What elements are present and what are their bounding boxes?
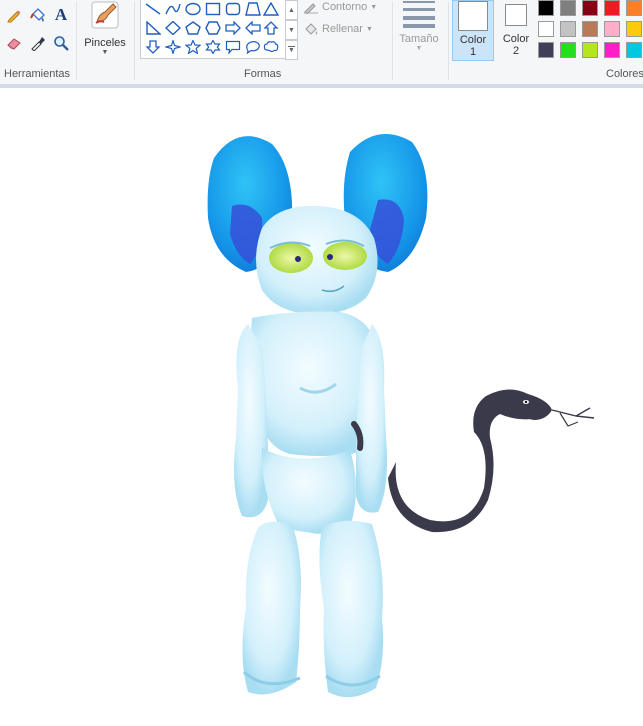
shapes-expand-button[interactable]: ▼ — [285, 40, 298, 60]
palette-swatch[interactable] — [626, 42, 642, 58]
palette-swatch[interactable] — [626, 21, 642, 37]
size-button[interactable]: Tamaño ▼ — [396, 0, 442, 62]
left-leg — [242, 521, 301, 695]
palette-swatch[interactable] — [538, 0, 554, 16]
shapes-gallery — [140, 0, 286, 59]
line-shape-icon[interactable] — [144, 0, 162, 18]
rounded-rectangle-shape-icon[interactable] — [224, 0, 242, 18]
color1-swatch — [458, 1, 488, 31]
oval-callout-shape-icon[interactable] — [244, 38, 262, 56]
drawing-canvas[interactable] — [0, 88, 643, 723]
color2-label-line2: 2 — [512, 45, 520, 57]
ribbon: A Herramientas Pinceles ▼ ▲ ▼ ▼ Contorno… — [0, 0, 643, 85]
diamond-shape-icon[interactable] — [164, 19, 182, 37]
color1-button[interactable]: Color 1 — [452, 0, 494, 61]
color1-label-line1: Color — [459, 34, 487, 46]
eraser-icon[interactable] — [4, 33, 24, 53]
fill-label: Rellenar — [322, 23, 363, 35]
right-triangle-shape-icon[interactable] — [144, 19, 162, 37]
pentagon-shape-icon[interactable] — [184, 19, 202, 37]
hexagon-shape-icon[interactable] — [204, 19, 222, 37]
shapes-scroll-up-button[interactable]: ▲ — [285, 0, 298, 20]
palette-swatch[interactable] — [582, 21, 598, 37]
size-label: Tamaño — [399, 33, 439, 45]
color1-label-line2: 1 — [469, 46, 477, 58]
chevron-down-icon: ▼ — [101, 49, 109, 56]
chevron-down-icon: ▼ — [288, 26, 295, 34]
text-tool-label: A — [54, 5, 68, 24]
palette-swatch[interactable] — [582, 0, 598, 16]
triangle-shape-icon[interactable] — [262, 0, 280, 18]
oval-shape-icon[interactable] — [184, 0, 202, 18]
chevron-down-icon: ▼ — [365, 25, 373, 33]
palette-swatch[interactable] — [560, 0, 576, 16]
color2-swatch — [505, 4, 527, 26]
palette-swatch[interactable] — [560, 42, 576, 58]
colors-group-label: Colores — [606, 68, 643, 80]
group-separator — [76, 2, 77, 80]
down-arrow-shape-icon[interactable] — [144, 38, 162, 56]
expand-icon: ▼ — [288, 46, 295, 54]
palette-swatch[interactable] — [538, 21, 554, 37]
canvas-artwork — [207, 134, 595, 698]
fill-bucket-icon[interactable] — [28, 5, 48, 25]
magnifier-icon[interactable] — [51, 33, 71, 53]
shapes-group-label: Formas — [244, 68, 282, 80]
cloud-callout-shape-icon[interactable] — [262, 38, 280, 56]
palette-swatch[interactable] — [582, 42, 598, 58]
up-arrow-shape-icon[interactable] — [262, 19, 280, 37]
brushes-label: Pinceles — [84, 37, 126, 49]
palette-swatch[interactable] — [560, 21, 576, 37]
left-eye — [269, 243, 313, 273]
palette-swatch[interactable] — [538, 42, 554, 58]
six-point-star-shape-icon[interactable] — [204, 38, 222, 56]
rectangle-shape-icon[interactable] — [204, 0, 222, 18]
group-separator — [448, 2, 449, 80]
color2-label-line1: Color — [502, 33, 530, 45]
shapes-scroll-down-button[interactable]: ▼ — [285, 20, 298, 40]
palette-swatch[interactable] — [604, 42, 620, 58]
four-point-star-shape-icon[interactable] — [164, 38, 182, 56]
color-picker-icon[interactable] — [28, 33, 48, 53]
right-leg — [319, 520, 384, 698]
group-separator — [134, 2, 135, 80]
chevron-up-icon: ▲ — [288, 6, 295, 14]
fill-bucket-small-icon — [305, 23, 318, 35]
outline-pencil-icon — [304, 3, 318, 14]
text-icon[interactable]: A — [51, 5, 71, 25]
left-arrow-shape-icon[interactable] — [244, 19, 262, 37]
group-separator — [392, 2, 393, 80]
chevron-down-icon: ▼ — [370, 3, 378, 11]
outline-button[interactable]: Contorno ▼ — [303, 0, 377, 14]
pencil-icon[interactable] — [4, 5, 24, 25]
brush-icon — [91, 1, 119, 29]
polygon-shape-icon[interactable] — [244, 0, 262, 18]
snake-tail — [351, 389, 595, 533]
five-point-star-shape-icon[interactable] — [184, 38, 202, 56]
chevron-down-icon: ▼ — [415, 45, 423, 52]
curve-shape-icon[interactable] — [164, 0, 182, 18]
right-arrow-shape-icon[interactable] — [224, 19, 242, 37]
outline-label: Contorno — [322, 1, 368, 13]
head — [256, 205, 378, 315]
rectangular-callout-shape-icon[interactable] — [224, 38, 242, 56]
palette-swatch[interactable] — [604, 0, 620, 16]
tools-group-label: Herramientas — [4, 68, 71, 80]
palette-swatch[interactable] — [626, 0, 642, 16]
palette-swatch[interactable] — [604, 21, 620, 37]
brushes-button[interactable]: Pinceles ▼ — [82, 0, 128, 62]
line-size-icon — [403, 1, 435, 28]
color2-button[interactable]: Color 2 — [497, 0, 535, 61]
fill-button[interactable]: Rellenar ▼ — [303, 22, 373, 36]
